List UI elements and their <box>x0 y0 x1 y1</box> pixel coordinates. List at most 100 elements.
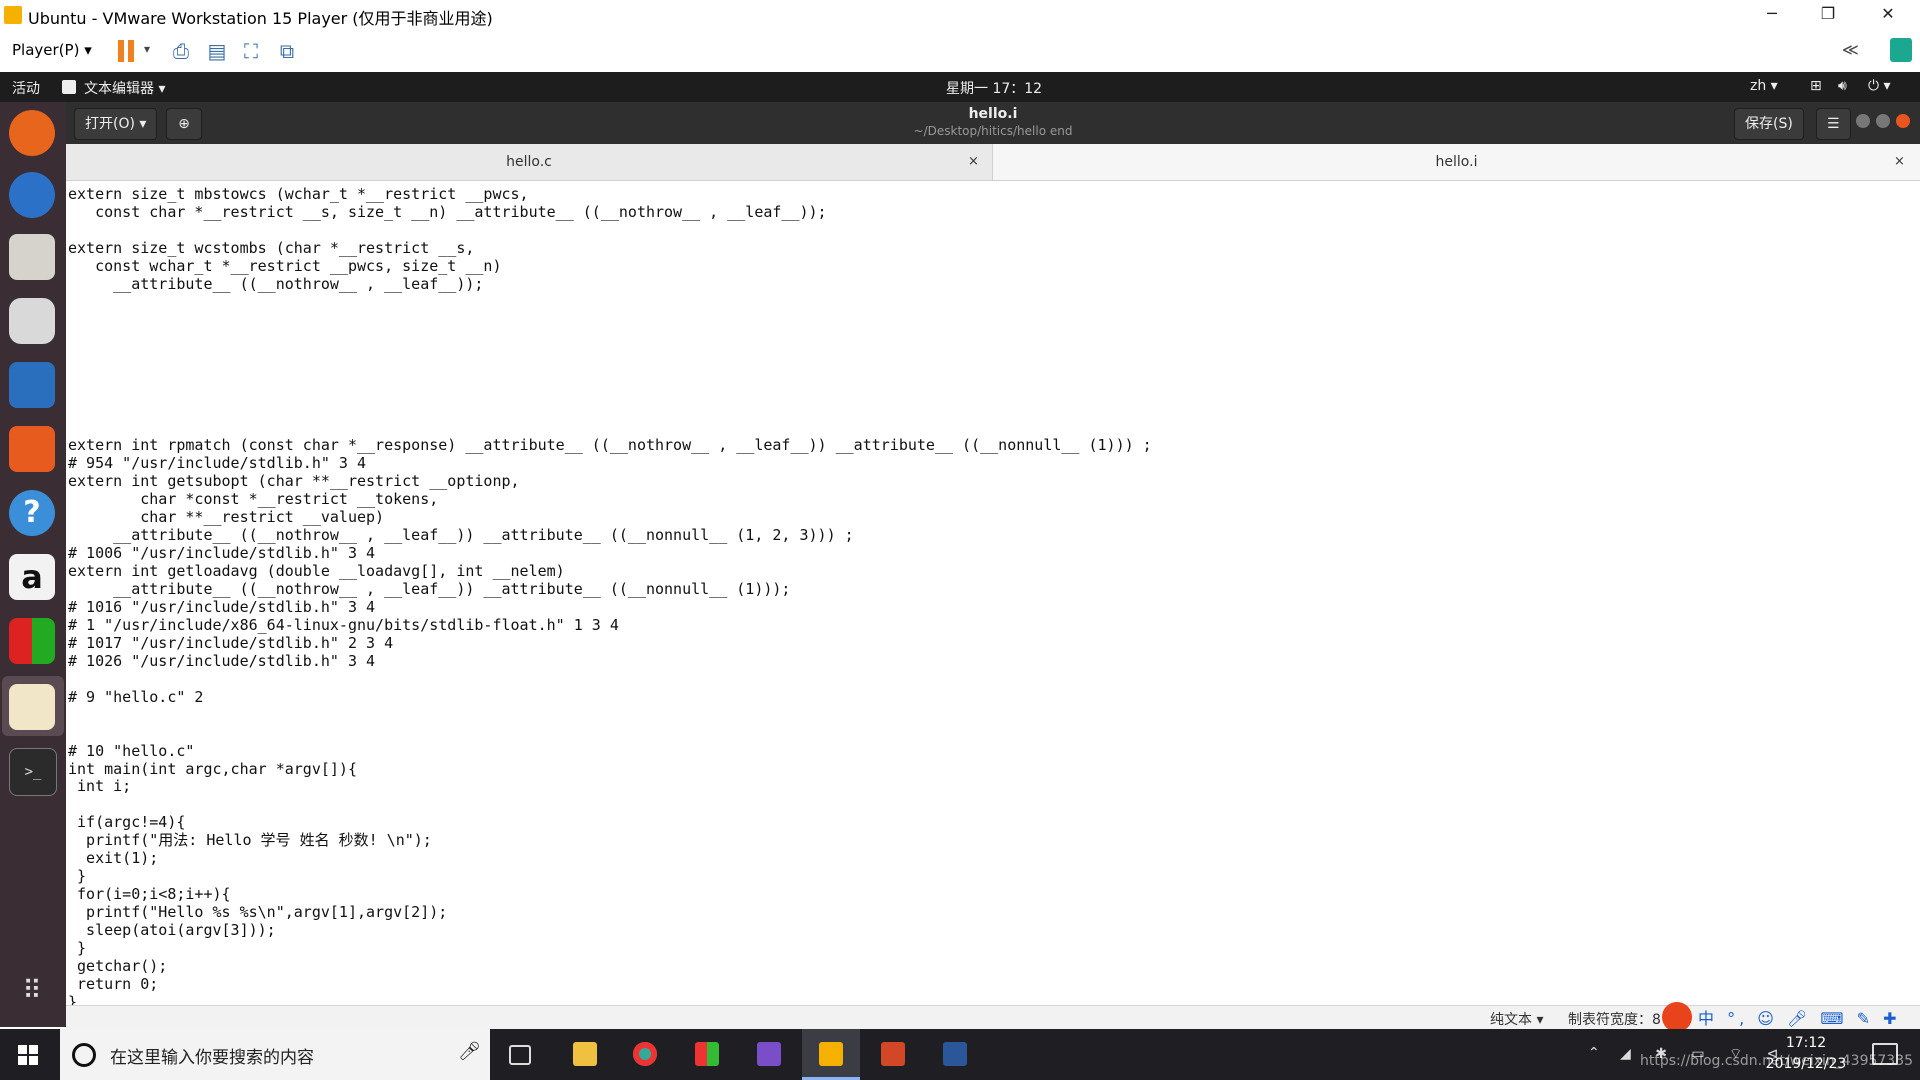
microphone-icon[interactable]: 🎤︎ <box>458 1041 481 1062</box>
fullscreen-icon[interactable]: ⛶ <box>238 38 264 64</box>
vmware-toolbar: Player(P) ▾ ▾ ⎙ ▤ ⛶ ⧉ ≪ <box>0 30 1920 73</box>
visual-studio-icon[interactable] <box>740 1029 798 1080</box>
code-line: exit(1); <box>68 849 159 868</box>
code-line: extern size_t mbstowcs (wchar_t *__restr… <box>68 186 529 203</box>
code-line: } <box>68 939 87 958</box>
text-editor-app-icon <box>62 80 76 94</box>
code-line: printf("Hello %s %s\n",argv[1],argv[2]); <box>68 903 448 922</box>
pause-icon[interactable] <box>118 40 136 62</box>
gedit-status-bar: 纯文本 ▾ 制表符宽度：8 中 °, ☺ 🎤︎ ⌨ ✎ ✚ ▦ <box>66 1002 1920 1048</box>
files-icon[interactable] <box>9 234 55 280</box>
minimize-button[interactable]: ─ <box>1744 0 1800 30</box>
collapse-library-icon[interactable]: ≪ <box>1842 40 1859 59</box>
tab-hello-c[interactable]: hello.c <box>66 144 993 180</box>
sogou-ime-icon[interactable] <box>1662 1002 1692 1032</box>
code-line: # 1006 "/usr/include/stdlib.h" 3 4 <box>68 544 376 563</box>
input-method-menu[interactable]: zh ▾ <box>1750 78 1778 94</box>
microsoft-store-icon[interactable] <box>678 1029 736 1080</box>
code-line: int main(int argc,char *argv[]){ <box>68 759 357 778</box>
code-line: } <box>68 867 87 886</box>
gedit-header-bar: 打开(O) ▾ ⊕ hello.i ~/Desktop/hitics/hello… <box>66 102 1920 144</box>
gnome-top-bar: 活动 文本编辑器 ▾ 星期一 17：12 zh ▾ ⊞ 🔊︎ ⏻ ▾ <box>0 72 1920 102</box>
app-menu[interactable]: 文本编辑器 ▾ <box>84 78 165 98</box>
restore-button[interactable]: ❐ <box>1800 0 1856 30</box>
window-title: Ubuntu - VMware Workstation 15 Player (仅… <box>28 9 493 28</box>
code-line: extern size_t wcstombs (char *__restrict… <box>68 238 475 257</box>
close-tab-icon[interactable]: × <box>1894 144 1905 180</box>
code-line: __attribute__ ((__nothrow__ , __leaf__))… <box>68 526 854 545</box>
thunderbird-icon[interactable] <box>9 172 55 218</box>
vmware-title-bar: Ubuntu - VMware Workstation 15 Player (仅… <box>0 0 1920 30</box>
code-line: # 10 "hello.c" <box>68 741 195 760</box>
clock[interactable]: 星期一 17：12 <box>946 78 1042 98</box>
power-icon[interactable]: ⏻ ▾ <box>1868 78 1891 94</box>
chrome-icon[interactable] <box>616 1029 674 1080</box>
save-button[interactable]: 保存(S) <box>1734 108 1804 140</box>
unity-mode-icon[interactable]: ⧉ <box>274 38 300 64</box>
network-icon[interactable]: ⊞ <box>1810 78 1822 94</box>
vmware-taskbar-icon[interactable] <box>802 1029 860 1080</box>
tab-width-selector[interactable]: 制表符宽度：8 <box>1568 1009 1661 1029</box>
close-tab-icon[interactable]: × <box>968 144 979 180</box>
code-line: # 1 "/usr/include/x86_64-linux-gnu/bits/… <box>68 615 619 634</box>
notes-icon[interactable] <box>1890 38 1912 62</box>
windows-taskbar: 在这里输入你要搜索的内容 🎤︎ ⌃ ◢ ✱ ▭ ⌔ ⊲ 17:12 2019/1… <box>0 1029 1920 1080</box>
window-close-icon[interactable] <box>1896 114 1910 128</box>
file-explorer-icon[interactable] <box>556 1029 614 1080</box>
document-title: hello.i <box>968 106 1018 122</box>
software-center-icon[interactable] <box>9 426 55 472</box>
send-ctrl-alt-del-icon[interactable]: ⎙ <box>168 38 194 64</box>
code-line: for(i=0;i<8;i++){ <box>68 885 231 904</box>
code-line: char **__restrict __valuep) <box>68 508 385 527</box>
code-line: extern int getsubopt (char **__restrict … <box>68 472 520 491</box>
code-editor[interactable]: extern size_t mbstowcs (wchar_t *__restr… <box>68 186 1914 1006</box>
hamburger-menu-icon[interactable]: ☰ <box>1816 108 1851 140</box>
terminal-icon[interactable]: >_ <box>9 748 57 796</box>
taskbar-search-box[interactable]: 在这里输入你要搜索的内容 🎤︎ <box>60 1029 490 1080</box>
code-line: if(argc!=4){ <box>68 813 186 832</box>
vmware-logo-icon <box>4 6 22 24</box>
window-minimize-icon[interactable] <box>1856 114 1870 128</box>
code-line: const char *__restrict __s, size_t __n) … <box>68 202 827 221</box>
powerpoint-icon[interactable] <box>864 1029 922 1080</box>
taskbar-clock-time[interactable]: 17:12 <box>1766 1035 1846 1051</box>
pause-dropdown-icon[interactable]: ▾ <box>144 42 150 56</box>
code-line: getchar(); <box>68 956 168 975</box>
code-line: __attribute__ ((__nothrow__ , __leaf__))… <box>68 579 791 598</box>
help-icon[interactable]: ? <box>9 490 55 536</box>
removable-devices-icon[interactable]: ▤ <box>204 38 230 64</box>
libreoffice-writer-icon[interactable] <box>9 362 55 408</box>
windows-start-icon[interactable] <box>18 1045 38 1065</box>
show-applications-icon[interactable]: ⠿ <box>9 968 55 1014</box>
language-selector[interactable]: 纯文本 ▾ <box>1490 1009 1543 1029</box>
activities-button[interactable]: 活动 <box>12 78 40 98</box>
close-button[interactable]: ✕ <box>1860 0 1916 30</box>
word-icon[interactable] <box>926 1029 984 1080</box>
code-line: int i; <box>68 777 132 796</box>
task-view-icon[interactable] <box>490 1029 548 1080</box>
rhythmbox-icon[interactable] <box>9 298 55 344</box>
libreoffice-impress-icon[interactable] <box>9 618 55 664</box>
text-editor-icon[interactable] <box>9 684 55 730</box>
code-line: char *const *__restrict __tokens, <box>68 490 439 509</box>
player-menu[interactable]: Player(P) ▾ <box>12 41 92 59</box>
amazon-icon[interactable]: a <box>9 554 55 600</box>
window-maximize-icon[interactable] <box>1876 114 1890 128</box>
tab-hello-i[interactable]: hello.i <box>993 144 1920 180</box>
code-line: # 1026 "/usr/include/stdlib.h" 3 4 <box>68 651 376 670</box>
code-line: extern int getloadavg (double __loadavg[… <box>68 562 565 581</box>
volume-icon[interactable]: 🔊︎ <box>1838 78 1847 94</box>
firefox-icon[interactable] <box>9 110 55 156</box>
cortana-icon <box>72 1043 96 1067</box>
show-hidden-icons-icon[interactable]: ⌃ <box>1588 1045 1600 1061</box>
